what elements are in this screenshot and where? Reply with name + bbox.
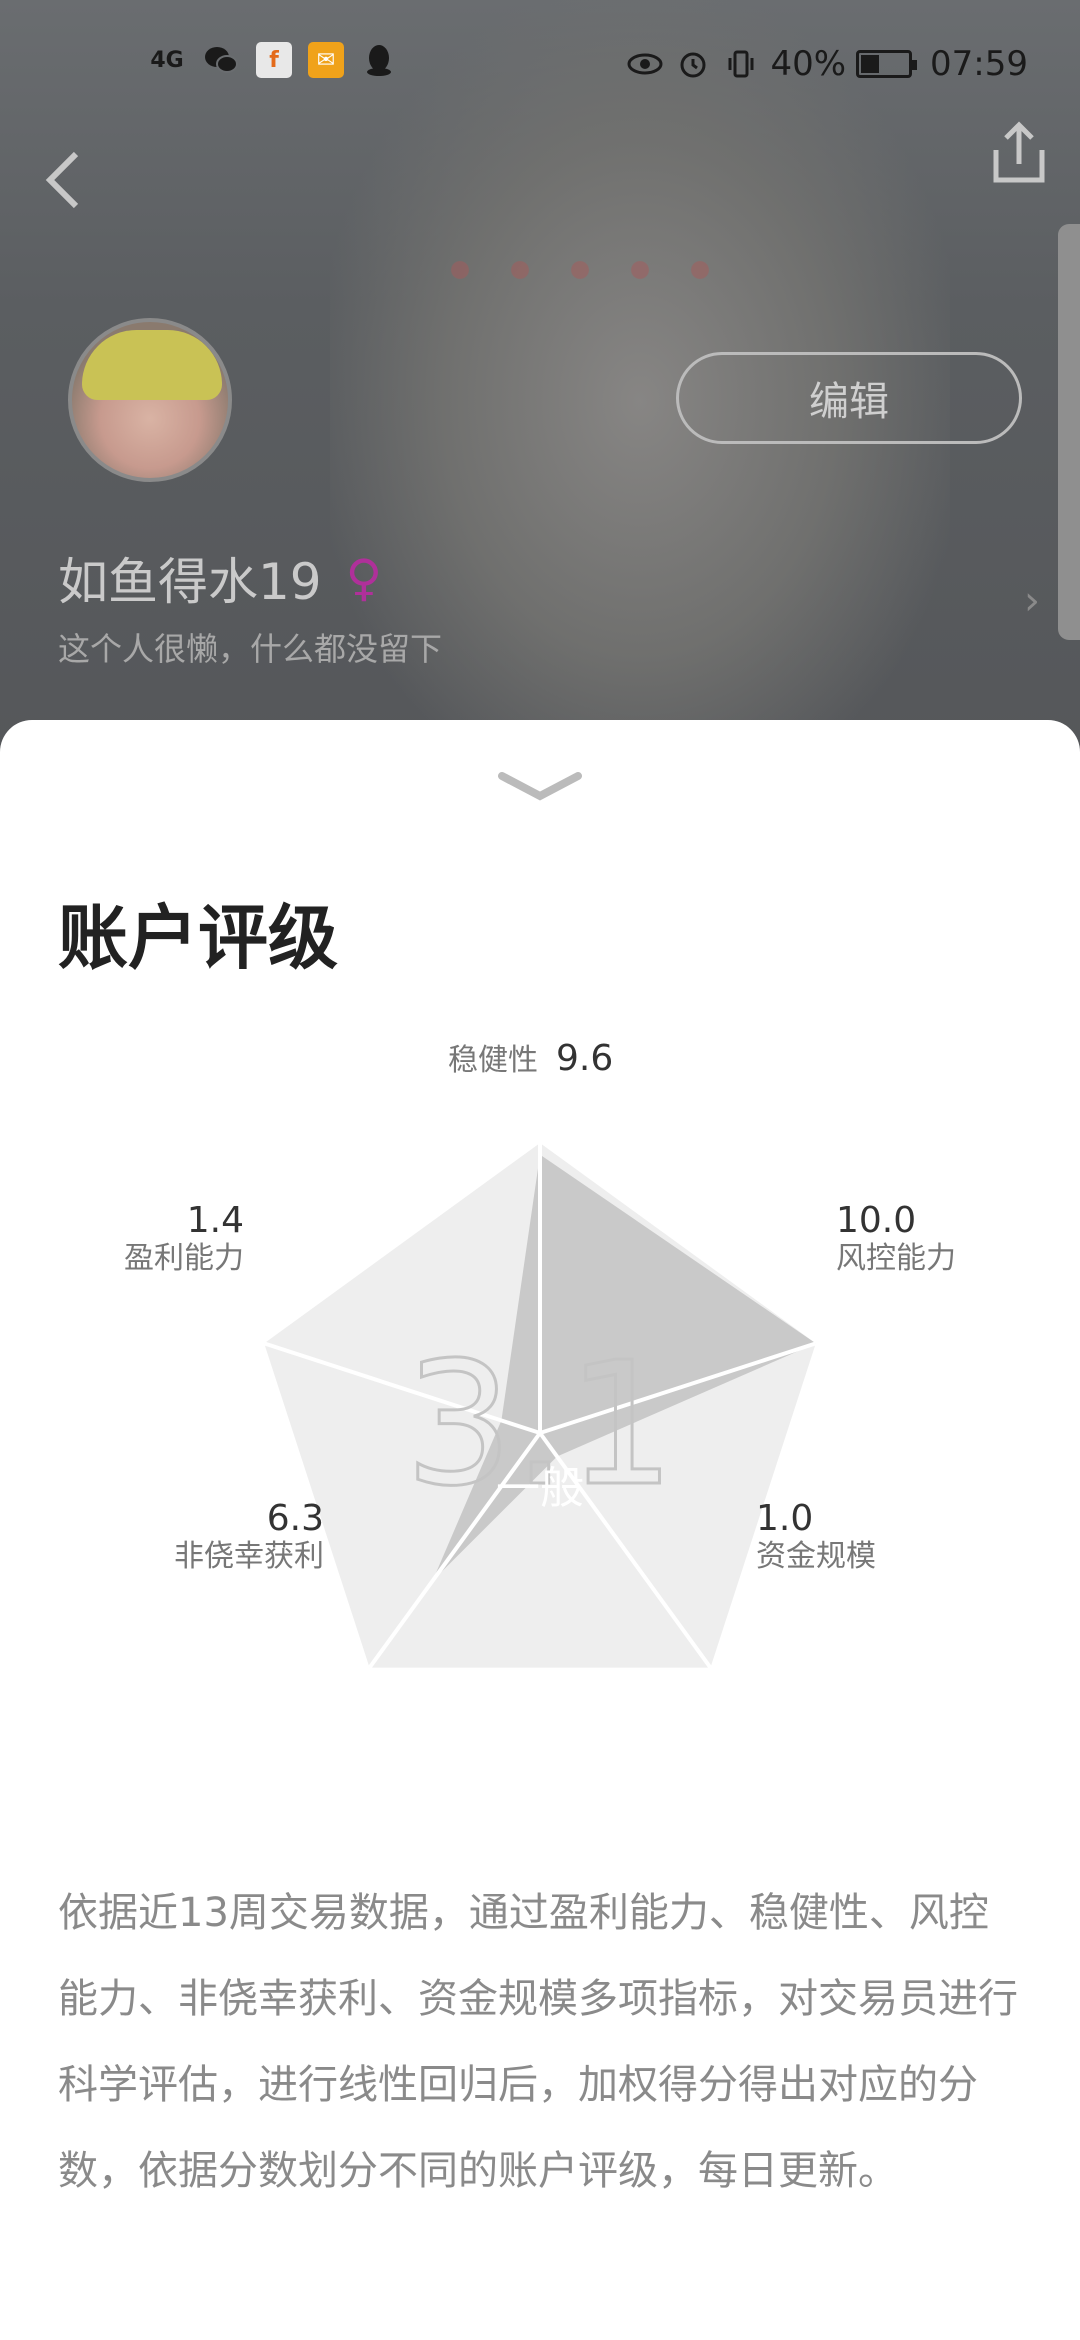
battery-percent: 40% xyxy=(770,44,847,84)
radar-chart: 3.1一般稳健性 9.610.0风控能力1.0资金规模6.3非侥幸获利1.4盈利能… xyxy=(124,1038,956,1669)
status-left-icons: 4G f ✉ xyxy=(148,42,398,78)
axis-label: 非侥幸获利 xyxy=(174,1539,324,1574)
rating-description: 依据近13周交易数据，通过盈利能力、稳健性、风控能力、非侥幸获利、资金规模多项指… xyxy=(58,1890,1018,2194)
alarm-icon xyxy=(674,47,712,81)
bio-text: 这个人很懒，什么都没留下 xyxy=(58,630,443,668)
axis-label: 资金规模 xyxy=(756,1539,876,1574)
axis-label: 稳健性 xyxy=(448,1043,538,1078)
clock: 07:59 xyxy=(930,44,1028,84)
axis-value: 6.3 xyxy=(267,1498,324,1539)
mail-icon: ✉ xyxy=(308,42,344,78)
battery-icon xyxy=(856,50,918,78)
username-text: 如鱼得水19 xyxy=(58,553,322,611)
wechat-icon xyxy=(202,43,240,77)
cover-photo-pattern xyxy=(430,240,730,300)
account-rating-sheet: 账户评级 3.1 一般 稳健性 9.6 10.0 风控能力 1.0 资金规模 6.3 非侥幸获利 1… xyxy=(0,720,1080,2340)
axis-value: 9.6 xyxy=(556,1038,613,1079)
qq-icon xyxy=(360,43,398,77)
signal-icon: 4G xyxy=(150,47,184,73)
sheet-title: 账户评级 xyxy=(58,897,338,979)
avatar[interactable] xyxy=(68,318,232,482)
axis-value: 1.4 xyxy=(187,1200,244,1241)
vibrate-icon xyxy=(722,47,760,81)
app-icon: f xyxy=(256,42,292,78)
chevron-right-icon[interactable]: › xyxy=(1024,578,1040,624)
axis-value: 1.0 xyxy=(756,1498,813,1539)
back-icon[interactable] xyxy=(36,148,92,212)
collapse-handle-icon[interactable] xyxy=(496,768,584,808)
edit-button[interactable]: 编辑 xyxy=(676,352,1022,444)
female-icon: ♀ xyxy=(345,549,383,607)
status-right-icons: 40% 07:59 xyxy=(626,44,1028,84)
eye-icon xyxy=(626,47,664,81)
username: 如鱼得水19 ♀ xyxy=(58,542,382,614)
axis-label: 盈利能力 xyxy=(124,1241,244,1276)
rating-grade: 一般 xyxy=(496,1463,584,1514)
share-icon[interactable] xyxy=(988,120,1050,186)
status-bar: 4G f ✉ 40% 07:59 xyxy=(0,0,1080,108)
scrollbar[interactable] xyxy=(1058,224,1080,640)
axis-label: 风控能力 xyxy=(836,1241,956,1276)
axis-value: 10.0 xyxy=(836,1200,916,1241)
